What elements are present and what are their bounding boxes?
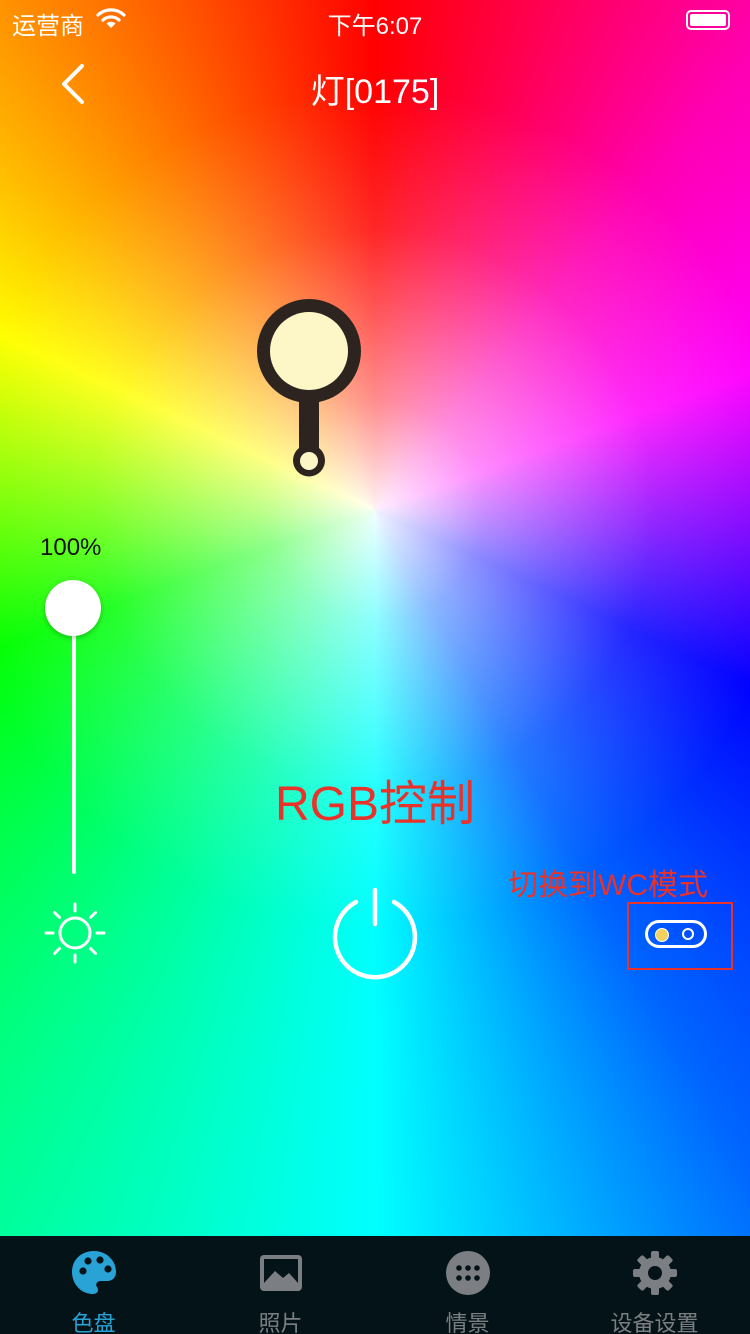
color-picker-bulb-icon[interactable] [254,296,364,486]
gear-icon [633,1251,677,1295]
rgb-control-annotation: RGB控制 [274,778,476,831]
tab-label: 照片 [258,1311,303,1334]
switch-wc-annotation: 切换到WC模式 [508,869,708,902]
brightness-slider-knob[interactable] [45,580,101,636]
palette-icon [72,1251,116,1294]
color-control-screen: 运营商 下午6:07 灯[0175] 100% RGB控制 切换到WC模式 色盘… [0,0,750,1334]
brightness-percent-label: 100% [40,534,102,561]
tab-photo[interactable]: 照片 [187,1236,374,1334]
sun-icon [44,902,106,964]
battery-icon [686,10,730,30]
mode-toggle-icon[interactable] [645,920,707,948]
tab-palette[interactable]: 色盘 [0,1236,187,1334]
status-bar: 运营商 下午6:07 [0,0,750,40]
tab-scene[interactable]: 情景 [374,1236,561,1334]
tab-bar: 色盘 照片 情景 设备设置 [0,1236,750,1334]
status-time: 下午6:07 [327,13,423,40]
tab-device-settings[interactable]: 设备设置 [561,1236,748,1334]
power-button[interactable] [330,888,420,980]
photo-icon [260,1255,302,1291]
page-title: 灯[0175] [310,73,440,111]
color-wheel[interactable] [0,0,750,1236]
tab-label: 色盘 [71,1311,116,1334]
tab-label: 情景 [445,1311,490,1334]
tab-label: 设备设置 [610,1311,699,1334]
nav-bar: 灯[0175] [0,40,750,130]
brightness-slider-track[interactable] [72,610,76,874]
scene-icon [446,1251,490,1295]
